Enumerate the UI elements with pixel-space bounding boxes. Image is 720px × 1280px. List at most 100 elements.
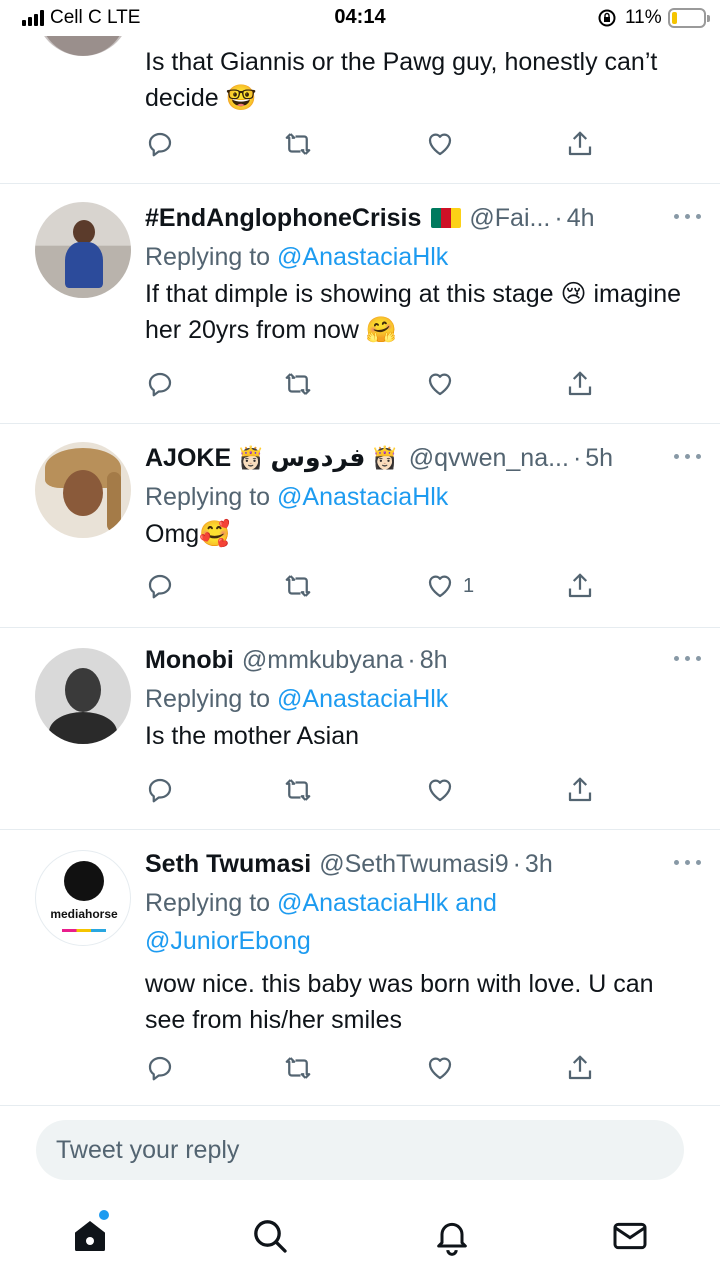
rotation-lock-icon — [597, 9, 617, 27]
reply-composer[interactable] — [36, 1120, 684, 1180]
tweet-text: wow nice. this baby was born with love. … — [145, 970, 654, 1034]
tweet-actions — [145, 128, 605, 164]
share-button[interactable] — [565, 1052, 595, 1084]
battery-icon — [668, 8, 710, 28]
like-button[interactable] — [425, 128, 455, 160]
reply-button[interactable] — [145, 128, 175, 160]
tab-notifications[interactable] — [432, 1216, 472, 1256]
handle[interactable]: @Fai... — [469, 204, 550, 233]
share-icon — [568, 1055, 592, 1080]
tweet-text: If that dimple is showing at this stage … — [145, 280, 682, 344]
retweet-icon — [285, 133, 311, 155]
tweet-header: Monobi @mmkubyana · 8h — [145, 645, 448, 675]
new-content-dot — [99, 1210, 109, 1220]
retweet-button[interactable] — [283, 570, 313, 602]
tweet-header: Seth Twumasi @SethTwumasi9 · 3h — [145, 849, 553, 879]
timestamp: 8h — [419, 645, 448, 674]
reply-button[interactable] — [145, 1052, 175, 1084]
handle[interactable]: @qvwen_na... — [409, 444, 569, 473]
tab-search[interactable] — [250, 1216, 290, 1256]
timestamp: 3h — [524, 849, 553, 878]
tweet-text: Is that Giannis or the Pawg guy, honestl… — [145, 48, 658, 112]
more-icon[interactable] — [674, 860, 702, 868]
handle[interactable]: @mmkubyana — [242, 646, 404, 675]
flag-cameroon-icon — [431, 208, 462, 228]
avatar[interactable] — [35, 648, 131, 744]
share-button[interactable] — [565, 368, 595, 400]
avatar[interactable] — [35, 202, 131, 298]
replying-to: Replying to @AnastaciaHlk — [145, 243, 449, 271]
reply-icon — [148, 1056, 172, 1081]
more-icon[interactable] — [674, 214, 702, 222]
bottom-tab-bar — [0, 1196, 720, 1280]
mention-link[interactable]: @AnastaciaHlk — [277, 243, 448, 271]
tweet-actions — [145, 1052, 605, 1088]
tweet-reply[interactable]: AJOKE 👸🏻 فردوس 👸🏻 @qvwen_na... · 5h Repl… — [0, 424, 720, 628]
retweet-button[interactable] — [283, 774, 313, 806]
avatar-logo-text: mediahorse — [50, 907, 118, 921]
like-button[interactable]: 1 — [425, 570, 474, 602]
retweet-icon — [285, 373, 311, 395]
tweet-header: #EndAnglophoneCrisis @Fai... · 4h — [145, 203, 595, 233]
more-icon[interactable] — [674, 656, 702, 664]
handle[interactable]: @SethTwumasi9 — [319, 850, 508, 879]
retweet-icon — [285, 1057, 311, 1079]
retweet-button[interactable] — [283, 1052, 313, 1084]
reply-icon — [148, 372, 172, 397]
reply-icon — [148, 132, 172, 157]
retweet-icon — [285, 779, 311, 801]
retweet-icon — [285, 575, 311, 597]
reply-input[interactable] — [36, 1120, 684, 1180]
share-button[interactable] — [565, 774, 595, 806]
replying-to: Replying to @AnastaciaHlk — [145, 685, 449, 713]
tweet-actions: 1 — [145, 570, 605, 606]
tweet-reply[interactable]: mediahorse Seth Twumasi @SethTwumasi9 · … — [0, 830, 720, 1106]
mail-icon — [613, 1222, 647, 1250]
share-icon — [568, 131, 592, 156]
share-button[interactable] — [565, 128, 595, 160]
display-name[interactable]: #EndAnglophoneCrisis — [145, 204, 421, 233]
like-button[interactable] — [425, 1052, 455, 1084]
retweet-button[interactable] — [283, 128, 313, 160]
search-icon — [254, 1220, 287, 1253]
mention-link[interactable]: @AnastaciaHlk — [277, 685, 448, 713]
reply-button[interactable] — [145, 570, 175, 602]
heart-icon — [428, 575, 452, 598]
tweet-text: Omg🥰 — [145, 520, 231, 548]
like-button[interactable] — [425, 368, 455, 400]
timestamp: 4h — [566, 203, 595, 232]
retweet-button[interactable] — [283, 368, 313, 400]
status-bar: Cell C LTE 04:14 11% — [0, 0, 720, 36]
replying-to: Replying to @AnastaciaHlk — [145, 483, 449, 511]
heart-icon — [428, 373, 452, 396]
heart-icon — [428, 133, 452, 156]
reply-button[interactable] — [145, 774, 175, 806]
avatar[interactable] — [35, 442, 131, 538]
display-name-arabic[interactable]: فردوس — [271, 443, 366, 473]
home-icon — [75, 1221, 105, 1251]
display-name[interactable]: AJOKE — [145, 444, 231, 473]
tweet-reply[interactable]: Monobi @mmkubyana · 8h Replying to @Anas… — [0, 628, 720, 830]
reply-icon — [148, 778, 172, 803]
like-count: 1 — [463, 574, 475, 597]
tab-messages[interactable] — [610, 1216, 650, 1256]
display-name[interactable]: Seth Twumasi — [145, 850, 311, 879]
tweet-header: AJOKE 👸🏻 فردوس 👸🏻 @qvwen_na... · 5h — [145, 443, 614, 473]
share-icon — [568, 777, 592, 802]
heart-icon — [428, 779, 452, 802]
heart-icon — [428, 1057, 452, 1080]
tweet-text: Is the mother Asian — [145, 722, 360, 750]
avatar[interactable]: mediahorse — [35, 850, 131, 946]
mention-link[interactable]: @AnastaciaHlk — [277, 483, 448, 511]
tweet-reply[interactable]: #EndAnglophoneCrisis @Fai... · 4h Replyi… — [0, 184, 720, 424]
crown-emoji: 👸🏻 — [371, 445, 399, 470]
like-button[interactable] — [425, 774, 455, 806]
share-icon — [568, 371, 592, 396]
battery-percent: 11% — [625, 7, 662, 28]
tab-home[interactable] — [70, 1216, 110, 1256]
more-icon[interactable] — [674, 454, 702, 462]
share-icon — [568, 573, 592, 598]
reply-button[interactable] — [145, 368, 175, 400]
display-name[interactable]: Monobi — [145, 646, 234, 675]
share-button[interactable] — [565, 570, 595, 602]
